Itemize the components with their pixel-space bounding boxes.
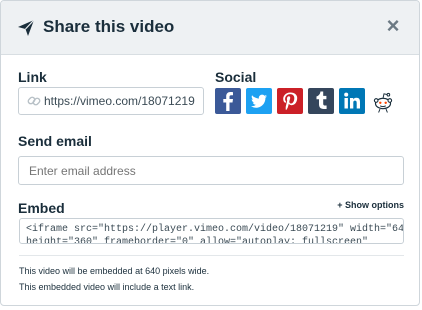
link-url-input[interactable]: [44, 88, 199, 114]
pinterest-icon: [283, 92, 298, 111]
close-button[interactable]: ×: [383, 15, 403, 37]
embed-code[interactable]: <iframe src="https://player.vimeo.com/vi…: [26, 223, 404, 244]
share-dialog: Share this video × Link Social: [0, 0, 420, 306]
email-input[interactable]: [29, 157, 389, 184]
embed-label: Embed: [18, 200, 65, 216]
link-field[interactable]: [18, 87, 204, 115]
email-field[interactable]: [18, 156, 404, 185]
show-options-link[interactable]: + Show options: [337, 200, 404, 210]
dialog-header: Share this video ×: [1, 1, 419, 55]
linkedin-share-button[interactable]: [339, 88, 365, 114]
divider: [19, 255, 404, 256]
link-icon: [27, 94, 41, 108]
paper-plane-icon: [17, 19, 35, 37]
embed-width-note: This video will be embedded at 640 pixel…: [19, 266, 210, 276]
embed-text-link-note: This embedded video will include a text …: [19, 282, 195, 292]
reddit-share-button[interactable]: [370, 88, 396, 114]
social-label: Social: [215, 69, 257, 85]
twitter-icon: [251, 94, 267, 108]
send-email-label: Send email: [18, 133, 92, 149]
linkedin-icon: [344, 92, 360, 109]
reddit-icon: [373, 92, 393, 113]
embed-code-line-2: height="360" frameborder="0" allow="auto…: [26, 237, 369, 244]
tumblr-icon: [316, 91, 327, 109]
embed-code-field[interactable]: <iframe src="https://player.vimeo.com/vi…: [19, 218, 404, 244]
dialog-title: Share this video: [43, 17, 175, 36]
facebook-share-button[interactable]: [215, 88, 241, 114]
twitter-share-button[interactable]: [246, 88, 272, 114]
pinterest-share-button[interactable]: [277, 88, 303, 114]
link-label: Link: [18, 69, 47, 85]
tumblr-share-button[interactable]: [308, 88, 334, 114]
embed-code-line-1: <iframe src="https://player.vimeo.com/vi…: [26, 224, 404, 235]
facebook-icon: [223, 92, 233, 111]
